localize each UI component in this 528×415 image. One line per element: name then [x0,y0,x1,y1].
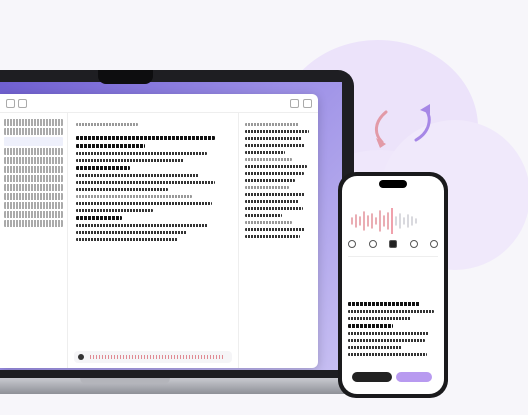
more-icon[interactable] [303,98,312,108]
doc-text [348,310,434,313]
stop-icon[interactable] [389,240,397,248]
doc-text [76,202,212,205]
transcript-text [245,151,286,154]
transcript-text [245,158,292,161]
transcript-text [245,228,306,231]
laptop-base [0,378,354,394]
recording-toolbar [348,240,438,248]
transcript-text [245,179,296,182]
laptop-base-lip [80,378,170,384]
list-item[interactable] [4,175,63,182]
doc-heading [76,166,130,170]
doc-heading [348,302,420,306]
transcript-text [245,221,292,224]
doc-heading [348,324,393,328]
transcript-text [245,200,299,203]
list-item[interactable] [4,184,63,191]
gear-icon[interactable] [409,240,418,248]
doc-text [76,209,153,212]
transcript-text [245,165,307,168]
phone-screen [342,176,444,394]
transcript-text [245,144,306,147]
list-item[interactable] [4,166,63,173]
divider [348,256,438,257]
phone-doc-body [348,298,438,360]
doc-meta [76,123,138,126]
list-item[interactable] [4,148,63,155]
bookmark-icon[interactable] [368,240,377,248]
audio-waveform[interactable] [90,355,225,359]
transcript-text [245,130,309,133]
sync-icon [375,104,431,148]
doc-text [348,353,428,356]
transcript-panel [238,113,318,368]
transcript-text [245,235,300,238]
audio-player [74,351,232,363]
list-item[interactable] [4,211,63,218]
play-icon[interactable] [78,354,84,360]
list-item[interactable] [4,119,63,126]
transcript-text [245,186,289,189]
transcript-text [245,172,304,175]
list-item-selected[interactable] [4,137,63,146]
doc-text [76,159,184,162]
share-icon[interactable] [290,98,299,108]
doc-heading [76,136,215,140]
doc-text [76,231,187,234]
list-item[interactable] [4,220,63,227]
secondary-button[interactable] [396,372,432,382]
list-item[interactable] [4,157,63,164]
doc-text [76,188,169,191]
doc-text [76,181,215,184]
list-item[interactable] [4,193,63,200]
camera-notch [98,70,153,84]
doc-text [76,224,209,227]
dynamic-island [379,180,407,188]
doc-text [76,174,200,177]
laptop-screen [0,82,342,370]
sidebar-toggle-icon[interactable] [18,98,27,108]
desktop-app-window [0,94,318,368]
recording-waveform[interactable] [348,206,438,236]
transcript-text [245,214,282,217]
doc-text [76,238,178,241]
doc-text [348,332,429,335]
mic-icon[interactable] [348,240,356,248]
primary-button[interactable] [352,372,392,382]
back-icon[interactable] [6,98,15,108]
doc-heading [76,216,123,220]
transcript-text [245,137,302,140]
doc-text [76,195,192,198]
list-item[interactable] [4,202,63,209]
list-item[interactable] [4,128,63,135]
doc-heading [76,144,146,148]
doc-text [348,339,425,342]
app-titlebar [0,94,318,113]
doc-text [76,152,207,155]
doc-text [348,317,411,320]
panel-tabs[interactable] [245,123,299,126]
transcript-text [245,193,306,196]
transcript-text [245,207,303,210]
phone-icon[interactable] [430,240,438,248]
document-pane [68,113,238,368]
doc-text [348,346,402,349]
file-list-sidebar [0,113,68,368]
